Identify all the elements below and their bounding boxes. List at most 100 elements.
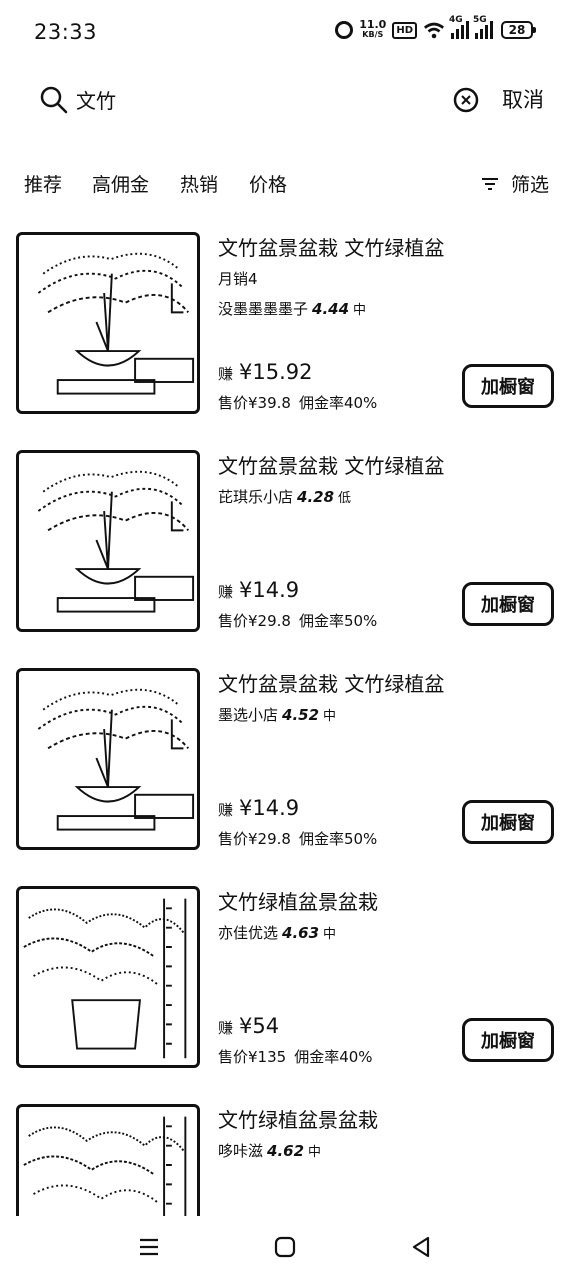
add-to-showcase-button[interactable]: 加橱窗 xyxy=(462,800,554,844)
earn-label: 赚 xyxy=(218,1019,234,1037)
earn-label: 赚 xyxy=(218,583,234,601)
sim1-label: 4G xyxy=(449,15,463,25)
sale-price: 售价¥29.8 xyxy=(218,830,291,848)
price-info: 售价¥29.8 佣金率50% xyxy=(218,610,377,631)
product-title: 文竹绿植盆景盆栽 xyxy=(218,890,378,914)
commission-rate: 佣金率40% xyxy=(298,394,378,412)
cancel-button[interactable]: 取消 xyxy=(502,84,544,114)
menu-button[interactable] xyxy=(136,1234,162,1260)
product-image[interactable] xyxy=(16,668,200,850)
menu-icon xyxy=(140,1238,158,1256)
shop-info: 芘琪乐小店 4.28 低 xyxy=(218,486,351,507)
sort-tabs: 推荐 高佣金 热销 价格 筛选 xyxy=(0,160,573,204)
product-item[interactable]: 文竹盆景盆栽 文竹绿植盆 月销4 没墨墨墨墨子 4.44 中 赚 ¥15.92 售价… xyxy=(0,224,573,424)
product-title: 文竹盆景盆栽 文竹绿植盆 xyxy=(218,454,445,478)
commission-rate: 佣金率50% xyxy=(298,830,378,848)
system-nav-bar xyxy=(0,1216,573,1280)
product-item[interactable]: 文竹绿植盆景盆栽 亦佳优选 4.63 中 赚 ¥54 售价¥135 佣金率40% 加橱… xyxy=(0,878,573,1078)
earn-value: ¥14.9 xyxy=(239,796,300,820)
shop-name: 墨选小店 xyxy=(218,706,279,724)
status-bar: 23:33 11.0 KB/S HD 4G 5G 28 xyxy=(0,0,573,66)
back-button[interactable] xyxy=(408,1234,434,1260)
sale-price: 售价¥39.8 xyxy=(218,394,291,412)
filter-button[interactable]: 筛选 xyxy=(481,170,549,197)
signal-icon-sim2: 5G xyxy=(473,15,493,39)
product-image[interactable] xyxy=(16,1104,200,1216)
product-item[interactable]: 文竹盆景盆栽 文竹绿植盆 芘琪乐小店 4.28 低 赚 ¥14.9 售价¥29.8 佣… xyxy=(0,442,573,642)
product-image[interactable] xyxy=(16,232,200,414)
status-time: 23:33 xyxy=(34,20,98,44)
plant-photo-image xyxy=(23,1116,187,1216)
shop-score: 4.52 xyxy=(282,706,320,724)
commission-rate: 佣金率50% xyxy=(298,612,378,630)
price-info: 售价¥135 佣金率40% xyxy=(218,1046,373,1067)
shop-name: 没墨墨墨墨子 xyxy=(218,300,309,318)
clear-icon[interactable] xyxy=(452,86,480,114)
home-icon xyxy=(274,1236,296,1258)
product-title: 文竹盆景盆栽 文竹绿植盆 xyxy=(218,672,445,696)
net-speed: 11.0 KB/S xyxy=(359,18,387,40)
shop-name: 亦佳优选 xyxy=(218,924,279,942)
shop-info: 亦佳优选 4.63 中 xyxy=(218,922,336,943)
shop-level: 中 xyxy=(308,1145,322,1160)
bonsai-image xyxy=(37,252,195,395)
net-speed-value: 11.0 xyxy=(359,18,387,31)
tab-hot-sales[interactable]: 热销 xyxy=(180,170,218,197)
tab-price[interactable]: 价格 xyxy=(249,170,287,197)
shop-level: 中 xyxy=(353,303,367,318)
shop-score: 4.44 xyxy=(312,300,350,318)
sale-price: 售价¥135 xyxy=(218,1048,287,1066)
product-image[interactable] xyxy=(16,886,200,1068)
commission-rate: 佣金率40% xyxy=(294,1048,373,1066)
shop-info: 墨选小店 4.52 中 xyxy=(218,704,336,725)
shop-score: 4.28 xyxy=(297,488,335,506)
add-to-showcase-button[interactable]: 加橱窗 xyxy=(462,364,554,408)
tab-high-commission[interactable]: 高佣金 xyxy=(92,170,149,197)
earn-label: 赚 xyxy=(218,801,234,819)
bonsai-image xyxy=(37,470,195,613)
shop-level: 中 xyxy=(323,927,337,942)
shop-name: 哆咔滋 xyxy=(218,1142,264,1160)
search-bar: 取消 xyxy=(0,66,573,136)
product-image[interactable] xyxy=(16,450,200,632)
shop-score: 4.63 xyxy=(282,924,320,942)
shop-level: 中 xyxy=(323,709,337,724)
earn-value: ¥15.92 xyxy=(239,360,313,384)
add-to-showcase-button[interactable]: 加橱窗 xyxy=(462,582,554,626)
bonsai-image xyxy=(37,688,195,831)
price-info: 售价¥29.8 佣金率50% xyxy=(218,828,377,849)
earn-info: 赚 ¥15.92 xyxy=(218,360,313,384)
product-title: 文竹绿植盆景盆栽 xyxy=(218,1108,378,1132)
home-button[interactable] xyxy=(272,1234,298,1260)
product-title: 文竹盆景盆栽 文竹绿植盆 xyxy=(218,236,445,260)
earn-value: ¥54 xyxy=(239,1014,280,1038)
product-item[interactable]: 文竹绿植盆景盆栽 哆咔滋 4.62 中 xyxy=(0,1096,573,1216)
earn-info: 赚 ¥54 xyxy=(218,1014,279,1038)
shop-score: 4.62 xyxy=(267,1142,305,1160)
search-input[interactable] xyxy=(76,84,376,114)
alarm-icon xyxy=(335,21,354,39)
sim2-label: 5G xyxy=(473,15,487,25)
shop-level: 低 xyxy=(338,491,352,506)
add-to-showcase-button[interactable]: 加橱窗 xyxy=(462,1018,554,1062)
earn-info: 赚 ¥14.9 xyxy=(218,578,299,602)
tab-recommended[interactable]: 推荐 xyxy=(24,170,62,197)
battery-icon: 28 xyxy=(501,21,536,39)
wifi-icon xyxy=(423,22,445,38)
sale-price: 售价¥29.8 xyxy=(218,612,291,630)
plant-photo-image xyxy=(23,898,187,1059)
earn-info: 赚 ¥14.9 xyxy=(218,796,299,820)
status-icons: 11.0 KB/S HD 4G 5G 28 xyxy=(335,15,536,40)
hd-icon: HD xyxy=(392,21,417,39)
signal-icon-sim1: 4G xyxy=(449,15,469,39)
net-speed-unit: KB/S xyxy=(362,30,384,39)
earn-label: 赚 xyxy=(218,365,234,383)
product-item[interactable]: 文竹盆景盆栽 文竹绿植盆 墨选小店 4.52 中 赚 ¥14.9 售价¥29.8 佣金… xyxy=(0,660,573,860)
price-info: 售价¥39.8 佣金率40% xyxy=(218,392,377,413)
filter-label: 筛选 xyxy=(510,174,549,196)
back-icon xyxy=(412,1236,430,1258)
monthly-sales: 月销4 xyxy=(218,270,258,288)
earn-value: ¥14.9 xyxy=(239,578,300,602)
shop-name: 芘琪乐小店 xyxy=(218,488,294,506)
shop-info: 哆咔滋 4.62 中 xyxy=(218,1140,321,1161)
